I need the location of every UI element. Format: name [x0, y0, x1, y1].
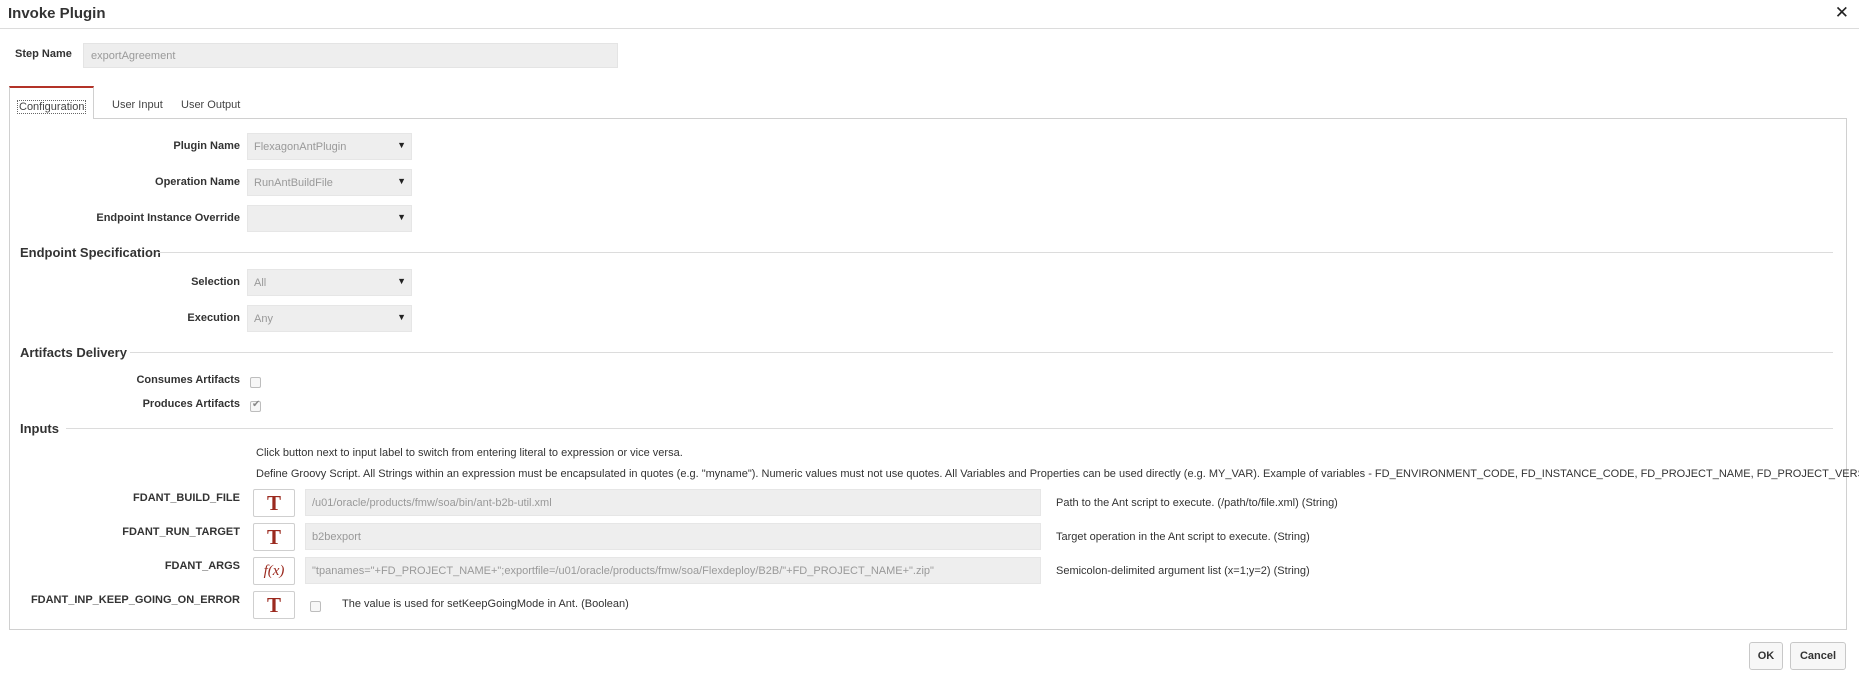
produces-checkbox[interactable]: ✔	[250, 399, 261, 412]
chevron-down-icon: ▼	[397, 140, 406, 150]
execution-label: Execution	[187, 312, 240, 324]
chevron-down-icon: ▼	[397, 312, 406, 322]
ok-button[interactable]: OK	[1749, 642, 1783, 670]
keep-going-label: FDANT_INP_KEEP_GOING_ON_ERROR	[30, 594, 240, 606]
build-file-row: FDANT_BUILD_FILE	[10, 485, 240, 511]
args-label: FDANT_ARGS	[164, 560, 240, 572]
args-desc: Semicolon-delimited argument list (x=1;y…	[1056, 565, 1310, 577]
divider	[158, 252, 1833, 253]
plugin-name-row: Plugin Name	[10, 133, 240, 159]
run-target-row: FDANT_RUN_TARGET	[10, 519, 240, 545]
text-literal-icon: T	[266, 525, 281, 549]
dialog-title: Invoke Plugin	[8, 5, 106, 22]
run-target-label: FDANT_RUN_TARGET	[122, 526, 240, 538]
cancel-button[interactable]: Cancel	[1790, 642, 1846, 670]
selection-row: Selection	[10, 269, 240, 295]
artifacts-heading: Artifacts Delivery	[20, 345, 127, 360]
inputs-heading: Inputs	[20, 421, 59, 436]
build-file-desc: Path to the Ant script to execute. (/pat…	[1056, 497, 1338, 509]
chevron-down-icon: ▼	[397, 212, 406, 222]
produces-label: Produces Artifacts	[142, 398, 240, 410]
text-literal-icon: T	[266, 491, 281, 515]
execution-row: Execution	[10, 305, 240, 331]
expression-toggle-button[interactable]: f(x)	[253, 557, 295, 585]
plugin-name-label: Plugin Name	[173, 140, 240, 152]
execution-select[interactable]: Any ▼	[247, 305, 412, 332]
consumes-label: Consumes Artifacts	[136, 374, 240, 386]
tab-user-output[interactable]: User Output	[181, 86, 240, 118]
groovy-help-text: Define Groovy Script. All Strings within…	[256, 468, 1859, 480]
keep-going-row: FDANT_INP_KEEP_GOING_ON_ERROR	[10, 587, 240, 613]
run-target-input[interactable]: b2bexport	[305, 523, 1041, 550]
chevron-down-icon: ▼	[397, 176, 406, 186]
inputs-help-text: Click button next to input label to swit…	[256, 447, 683, 459]
consumes-row: Consumes Artifacts	[10, 367, 240, 393]
build-file-input[interactable]: /u01/oracle/products/fmw/soa/bin/ant-b2b…	[305, 489, 1041, 516]
operation-name-select[interactable]: RunAntBuildFile ▼	[247, 169, 412, 196]
check-icon: ✔	[252, 399, 261, 410]
expression-fx-icon: f(x)	[263, 563, 285, 579]
keep-going-checkbox[interactable]	[310, 601, 321, 612]
configuration-panel: Plugin Name FlexagonAntPlugin ▼ Operation…	[9, 118, 1859, 630]
chevron-down-icon: ▼	[397, 276, 406, 286]
selection-select[interactable]: All ▼	[247, 269, 412, 296]
divider	[130, 352, 1833, 353]
args-row: FDANT_ARGS	[10, 553, 240, 579]
keep-going-desc: The value is used for setKeepGoingMode i…	[342, 598, 629, 610]
consumes-checkbox[interactable]	[250, 377, 261, 388]
step-name-label: Step Name	[15, 48, 72, 60]
operation-name-label: Operation Name	[155, 176, 240, 188]
literal-toggle-button[interactable]: T	[253, 489, 295, 517]
args-input[interactable]: "tpanames="+FD_PROJECT_NAME+";exportfile…	[305, 557, 1041, 584]
endpoint-spec-heading: Endpoint Specification	[20, 245, 161, 260]
run-target-desc: Target operation in the Ant script to ex…	[1056, 531, 1310, 543]
plugin-name-select[interactable]: FlexagonAntPlugin ▼	[247, 133, 412, 160]
literal-toggle-button[interactable]: T	[253, 591, 295, 619]
endpoint-override-row: Endpoint Instance Override	[10, 205, 240, 231]
selection-label: Selection	[191, 276, 240, 288]
literal-toggle-button[interactable]: T	[253, 523, 295, 551]
endpoint-override-select[interactable]: ▼	[247, 205, 412, 232]
divider	[66, 428, 1833, 429]
build-file-label: FDANT_BUILD_FILE	[133, 492, 240, 504]
operation-name-row: Operation Name	[10, 169, 240, 195]
dialog-titlebar: Invoke Plugin ✕	[0, 0, 1859, 29]
step-name-input[interactable]: exportAgreement	[83, 43, 618, 68]
produces-row: Produces Artifacts	[10, 391, 240, 417]
tab-configuration[interactable]: Configuration	[9, 86, 95, 119]
close-icon[interactable]: ✕	[1835, 3, 1849, 23]
endpoint-override-label: Endpoint Instance Override	[96, 212, 240, 224]
tab-user-input[interactable]: User Input	[112, 86, 163, 118]
text-literal-icon: T	[266, 593, 281, 617]
